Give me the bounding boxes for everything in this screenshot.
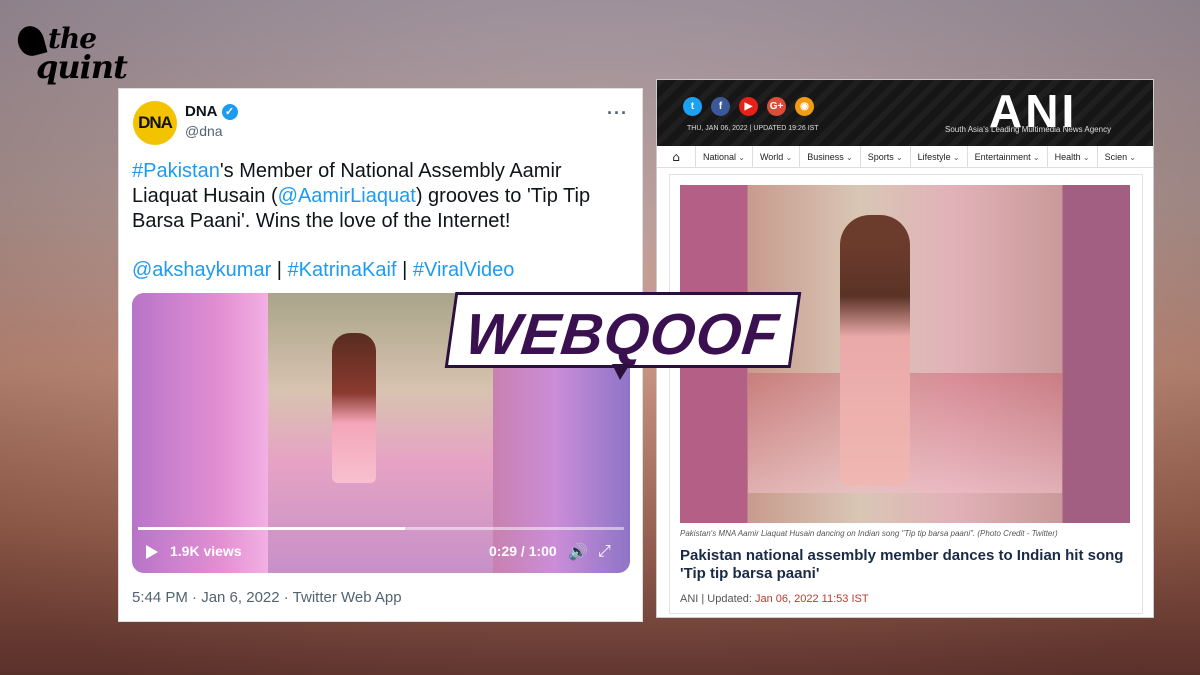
badge-tail xyxy=(612,364,630,380)
nav-item-sports[interactable]: Sports xyxy=(859,145,910,168)
tweet-text: #Pakistan's Member of National Assembly … xyxy=(132,159,627,234)
tag-separator: | xyxy=(271,259,288,281)
rss-icon[interactable]: ◉ xyxy=(795,97,814,116)
nav-item-world[interactable]: World xyxy=(751,145,799,168)
dancer-figure xyxy=(840,215,910,485)
ani-article: Pakistan's MNA Aamir Liaquat Husain danc… xyxy=(669,174,1143,614)
avatar[interactable]: DNA xyxy=(133,101,177,145)
avatar-text: DNA xyxy=(138,113,173,132)
video-views: 1.9K views xyxy=(170,543,242,559)
video-progress-bar[interactable] xyxy=(138,527,624,530)
tweet-tag-link[interactable]: #ViralVideo xyxy=(413,259,515,281)
verified-badge-icon: ✓ xyxy=(221,103,238,120)
fullscreen-icon[interactable]: ⤢ xyxy=(598,541,611,561)
article-meta: ANI | Updated: Jan 06, 2022 11:53 IST xyxy=(680,593,869,605)
header-pattern xyxy=(657,80,1153,146)
facebook-icon[interactable]: f xyxy=(711,97,730,116)
the-quint-logo: the quint xyxy=(14,22,128,86)
nav-item-national[interactable]: National xyxy=(695,145,752,168)
youtube-icon[interactable]: ▶ xyxy=(739,97,758,116)
webqoof-text: WEBQOOF xyxy=(462,302,783,367)
article-source: ANI | Updated: xyxy=(680,593,756,605)
tweet-link[interactable]: #Pakistan xyxy=(132,160,220,182)
ani-date: THU, JAN 06, 2022 | UPDATED 19:26 IST xyxy=(687,125,819,132)
nav-item-lifestyle[interactable]: Lifestyle xyxy=(909,145,967,168)
tweet-author-name[interactable]: DNA ✓ xyxy=(185,103,238,120)
ani-tagline: South Asia's Leading Multimedia News Age… xyxy=(945,125,1112,134)
twitter-icon[interactable]: t xyxy=(683,97,702,116)
tag-separator: | xyxy=(396,259,413,281)
home-icon[interactable]: ⌂ xyxy=(657,150,695,164)
tweet-timestamp[interactable]: 5:44 PM · Jan 6, 2022 · Twitter Web App xyxy=(132,589,402,606)
dancer-figure xyxy=(332,333,376,483)
image-caption: Pakistan's MNA Aamir Liaquat Husain danc… xyxy=(680,529,1058,538)
ani-header: t f ▶ G+ ◉ THU, JAN 06, 2022 | UPDATED 19:26… xyxy=(657,80,1153,146)
webqoof-badge: WEBQOOF xyxy=(444,292,802,368)
article-title[interactable]: Pakistan national assembly member dances… xyxy=(680,547,1140,583)
ani-nav-bar: ⌂ NationalWorldBusinessSportsLifestyleEn… xyxy=(657,145,1153,168)
tweet-tag-link[interactable]: @akshaykumar xyxy=(132,259,271,281)
google-plus-icon[interactable]: G+ xyxy=(767,97,786,116)
logo-text-quint: quint xyxy=(36,48,128,86)
play-icon[interactable] xyxy=(146,545,158,559)
article-date: Jan 06, 2022 11:53 IST xyxy=(755,593,869,605)
nav-item-entertainment[interactable]: Entertainment xyxy=(966,145,1047,168)
nav-item-health[interactable]: Health xyxy=(1046,145,1097,168)
author-name-text: DNA xyxy=(185,103,218,120)
volume-icon[interactable]: 🔊 xyxy=(568,542,588,561)
nav-item-scien[interactable]: Scien xyxy=(1096,145,1143,168)
nav-item-business[interactable]: Business xyxy=(799,145,859,168)
tweet-tag-link[interactable]: #KatrinaKaif xyxy=(288,259,397,281)
more-options-icon[interactable]: ··· xyxy=(607,103,628,124)
video-time: 0:29 / 1:00 xyxy=(489,543,557,559)
tweet-author-handle[interactable]: @dna xyxy=(185,123,223,139)
tweet-hashtags: @akshaykumar | #KatrinaKaif | #ViralVide… xyxy=(132,259,514,282)
tweet-link[interactable]: @AamirLiaquat xyxy=(278,185,416,207)
